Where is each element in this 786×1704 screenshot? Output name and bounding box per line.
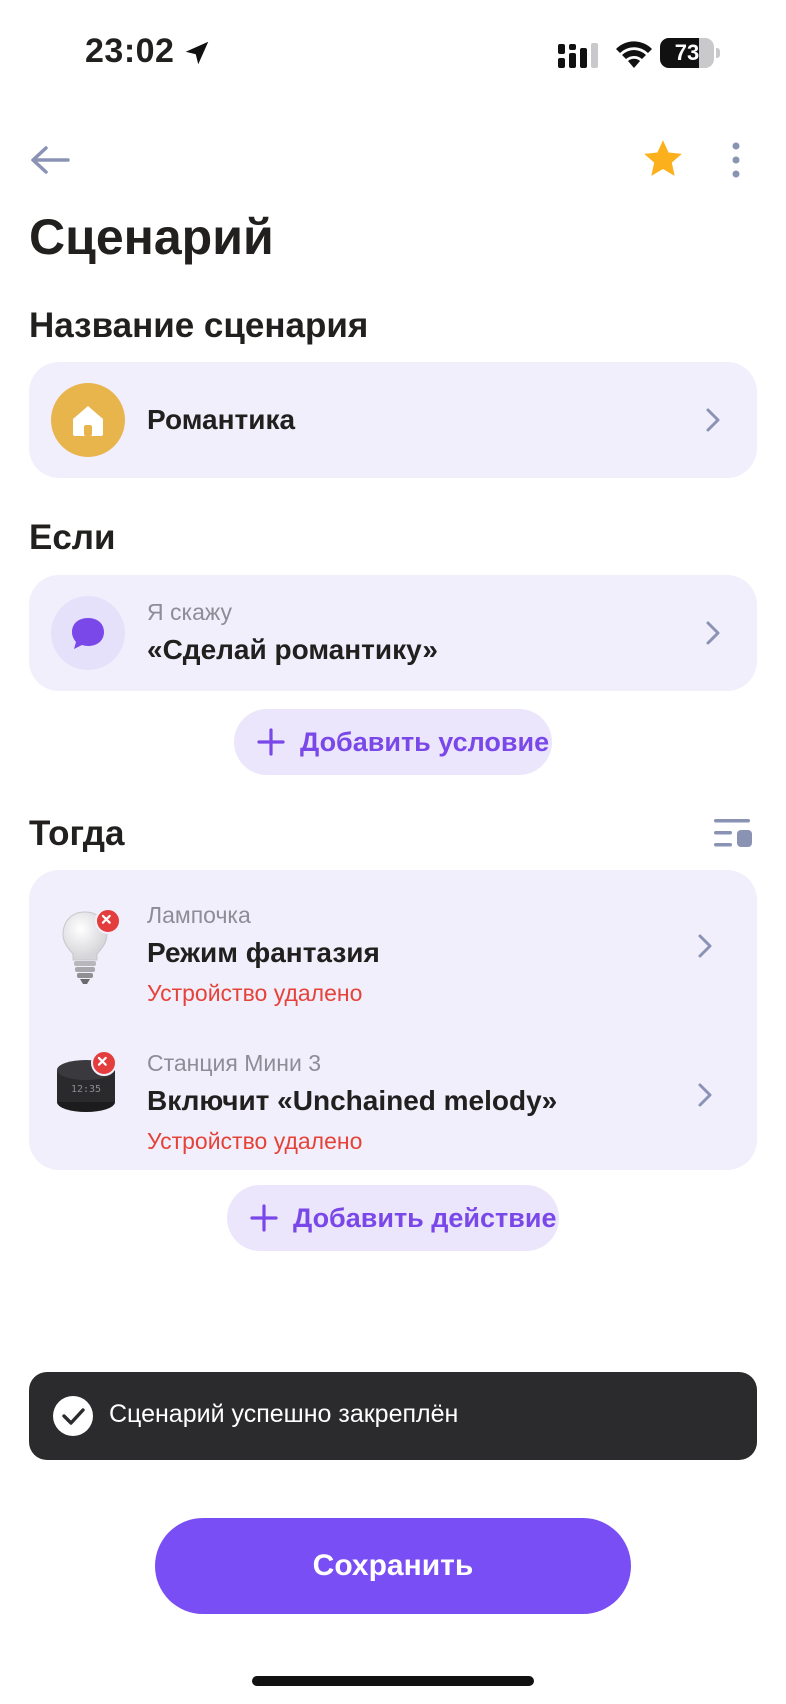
location-arrow-icon [185,41,209,65]
section-title-name: Название сценария [29,306,369,345]
sort-list-icon[interactable] [712,816,754,850]
action-device: Лампочка [147,902,251,928]
page-title: Сценарий [29,209,274,265]
condition-label: Я скажу [147,599,233,625]
checkmark-icon [53,1396,93,1436]
svg-text:12:35: 12:35 [71,1084,101,1095]
add-condition-label: Добавить условие [300,726,550,757]
plus-icon [250,1204,278,1232]
home-avatar [51,383,125,457]
condition-card: Я скажу «Сделай романтику» [29,575,757,691]
chat-bubble-icon [72,618,104,649]
action-device: Станция Мини 3 [147,1050,321,1076]
chevron-right-icon [706,408,720,432]
cellular-signal-icon [558,43,598,68]
condition-row[interactable]: Я скажу «Сделай романтику» [29,575,757,691]
deleted-badge-icon [95,908,121,934]
more-options-icon[interactable] [722,140,750,184]
deleted-badge-icon [91,1050,117,1076]
save-button[interactable]: Сохранить [155,1518,631,1614]
status-bar: 23:02 73 [0,0,786,110]
action-row[interactable]: 12:35 Станция Мини 3 Включит «Unchained … [29,1020,757,1170]
toast-text: Сценарий успешно закреплён [109,1400,459,1428]
chevron-right-icon [698,934,712,958]
condition-value: «Сделай романтику» [147,634,438,665]
condition-avatar [51,596,125,670]
actions-card: Лампочка Режим фантазия Устройство удале… [29,870,757,1170]
status-time: 23:02 [85,32,175,70]
chevron-right-icon [698,1083,712,1107]
add-action-label: Добавить действие [293,1202,557,1233]
battery-indicator: 73 [660,38,720,68]
section-title-then: Тогда [29,814,125,853]
section-title-if: Если [29,518,116,557]
scenario-name-row[interactable]: Романтика [29,362,757,478]
success-toast: Сценарий успешно закреплён [29,1372,757,1460]
action-title: Режим фантазия [147,937,380,968]
battery-level: 73 [674,40,700,65]
favorite-star-icon[interactable] [640,136,686,182]
plus-icon [257,728,285,756]
scenario-name: Романтика [147,404,296,435]
action-row[interactable]: Лампочка Режим фантазия Устройство удале… [29,870,757,1020]
action-status: Устройство удалено [147,980,363,1006]
chevron-right-icon [706,621,720,645]
home-icon [73,406,103,436]
action-title: Включит «Unchained melody» [147,1085,558,1116]
action-status: Устройство удалено [147,1128,363,1154]
add-action-button[interactable]: Добавить действие [227,1185,559,1251]
home-indicator [252,1676,534,1686]
wifi-icon [616,41,652,68]
scenario-name-card: Романтика [29,362,757,478]
add-condition-button[interactable]: Добавить условие [234,709,552,775]
back-arrow-icon[interactable] [28,140,72,180]
